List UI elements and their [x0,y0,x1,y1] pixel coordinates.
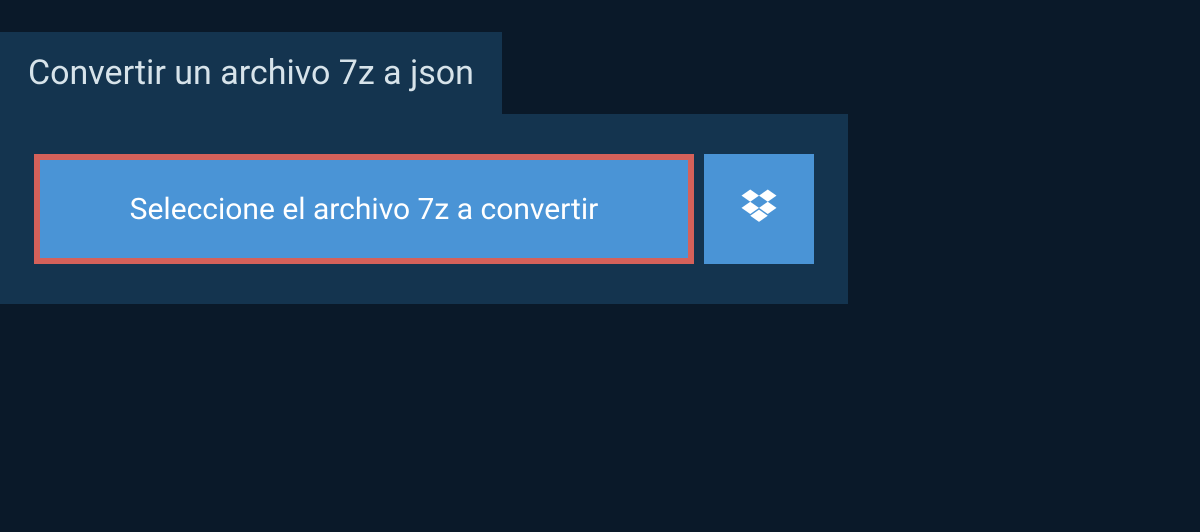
select-file-button[interactable]: Seleccione el archivo 7z a convertir [34,154,694,264]
converter-panel: Convertir un archivo 7z a json Seleccion… [0,32,848,304]
header-cutout [502,32,848,114]
select-file-label: Seleccione el archivo 7z a convertir [130,192,599,227]
tab-header-wrap: Convertir un archivo 7z a json [0,32,502,114]
upload-area: Seleccione el archivo 7z a convertir [0,114,848,304]
dropbox-button[interactable] [704,154,814,264]
tab-header-row: Convertir un archivo 7z a json [0,32,848,114]
dropbox-icon [738,186,780,232]
page-title: Convertir un archivo 7z a json [0,33,502,114]
